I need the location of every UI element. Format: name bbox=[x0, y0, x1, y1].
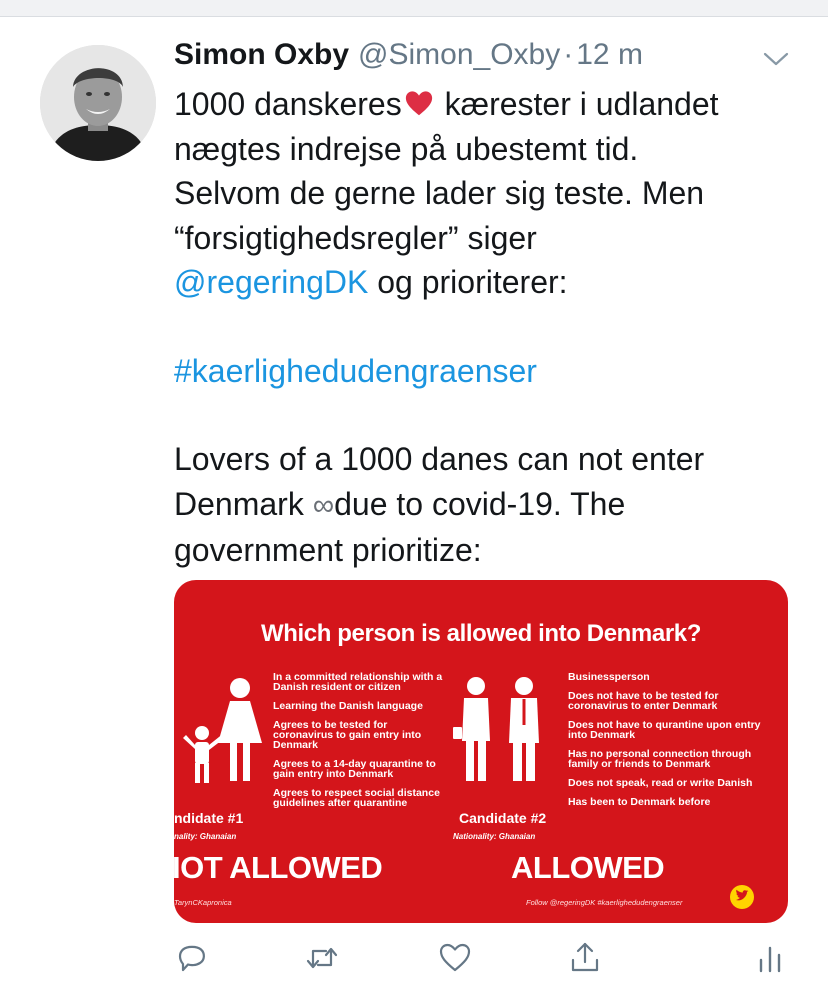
tweet-header: Simon Oxby @Simon_Oxby · 12 m bbox=[174, 38, 643, 78]
text-line: Lovers of a 1000 danes can not enter bbox=[174, 441, 705, 477]
handle[interactable]: @Simon_Oxby bbox=[358, 38, 560, 72]
separator-dot: · bbox=[563, 38, 574, 71]
allowed-criteria-list: Businessperson Does not have to be teste… bbox=[568, 672, 768, 816]
tweet-text: 1000 danskeres kærester i udlandet nægte… bbox=[174, 82, 794, 573]
text-line: #kaerlighedudengraenser bbox=[174, 349, 794, 394]
mention-link[interactable]: @regeringDK bbox=[174, 264, 368, 300]
text-line: government prioritize: bbox=[174, 532, 482, 568]
candidate-1-nationality: nality: Ghanaian bbox=[174, 832, 237, 841]
list-item: Does not have to qurantine upon entry in… bbox=[568, 719, 761, 741]
list-item: Businessperson bbox=[568, 671, 650, 683]
analytics-icon[interactable] bbox=[752, 940, 788, 976]
list-item: Agrees to respect social distance guidel… bbox=[273, 787, 440, 809]
timestamp[interactable]: 12 m bbox=[576, 38, 643, 72]
text-line: Selvom de gerne lader sig teste. Men bbox=[174, 175, 705, 211]
chevron-down-icon[interactable] bbox=[762, 50, 790, 68]
text-line: nægtes indrejse på ubestemt tid. bbox=[174, 130, 639, 167]
list-item: Agrees to a 14-day quarantine to gain en… bbox=[273, 758, 436, 780]
allowed-label: ALLOWED bbox=[511, 850, 665, 885]
list-item: Does not have to be tested for coronavir… bbox=[568, 690, 719, 712]
list-item: Has been to Denmark before bbox=[568, 796, 711, 808]
follow-credit: Follow @regeringDK #kaerlighedudengraens… bbox=[526, 898, 683, 907]
list-item: In a committed relationship with a Danis… bbox=[273, 671, 443, 693]
not-allowed-label: IOT ALLOWED bbox=[174, 850, 383, 885]
retweet-icon[interactable] bbox=[304, 940, 340, 976]
avatar-photo bbox=[40, 45, 156, 161]
infinity-emoji: ∞ bbox=[312, 488, 335, 522]
hashtag-link[interactable]: #kaerlighedudengraenser bbox=[174, 353, 537, 389]
text-line: @regeringDK og prioriterer: bbox=[174, 264, 568, 300]
text-line: 1000 danskeres kærester i udlandet bbox=[174, 86, 719, 122]
media-title: Which person is allowed into Denmark? bbox=[261, 620, 701, 647]
twitter-bird-icon bbox=[730, 885, 754, 909]
avatar[interactable] bbox=[40, 45, 156, 161]
candidate-2-nationality: Nationality: Ghanaian bbox=[453, 832, 536, 841]
tweet-media-image[interactable]: Which person is allowed into Denmark? In… bbox=[174, 580, 788, 923]
share-icon[interactable] bbox=[567, 940, 603, 976]
family-figure-icon bbox=[183, 678, 262, 783]
text-line: Denmark ∞due to covid-19. The bbox=[174, 485, 626, 522]
text-line: “forsigtighedsregler” siger bbox=[174, 219, 537, 256]
top-bar bbox=[0, 0, 828, 17]
heart-emoji-icon bbox=[405, 91, 432, 116]
list-item: Agrees to be tested for coronavirus to g… bbox=[273, 719, 422, 751]
businessperson-figure-icon bbox=[453, 677, 539, 781]
list-item: Does not speak, read or write Danish bbox=[568, 777, 753, 789]
list-item: Learning the Danish language bbox=[273, 700, 423, 712]
candidate-1-label: ndidate #1 bbox=[174, 810, 244, 826]
like-icon[interactable] bbox=[437, 940, 473, 976]
list-item: Has no personal connection through famil… bbox=[568, 748, 752, 770]
not-allowed-criteria-list: In a committed relationship with a Danis… bbox=[273, 672, 443, 817]
author-credit: TarynCKapronica bbox=[174, 898, 232, 907]
display-name[interactable]: Simon Oxby bbox=[174, 38, 349, 72]
candidate-2-label: Candidate #2 bbox=[459, 810, 547, 826]
reply-icon[interactable] bbox=[174, 940, 210, 976]
tweet-actions-bar bbox=[0, 940, 828, 980]
